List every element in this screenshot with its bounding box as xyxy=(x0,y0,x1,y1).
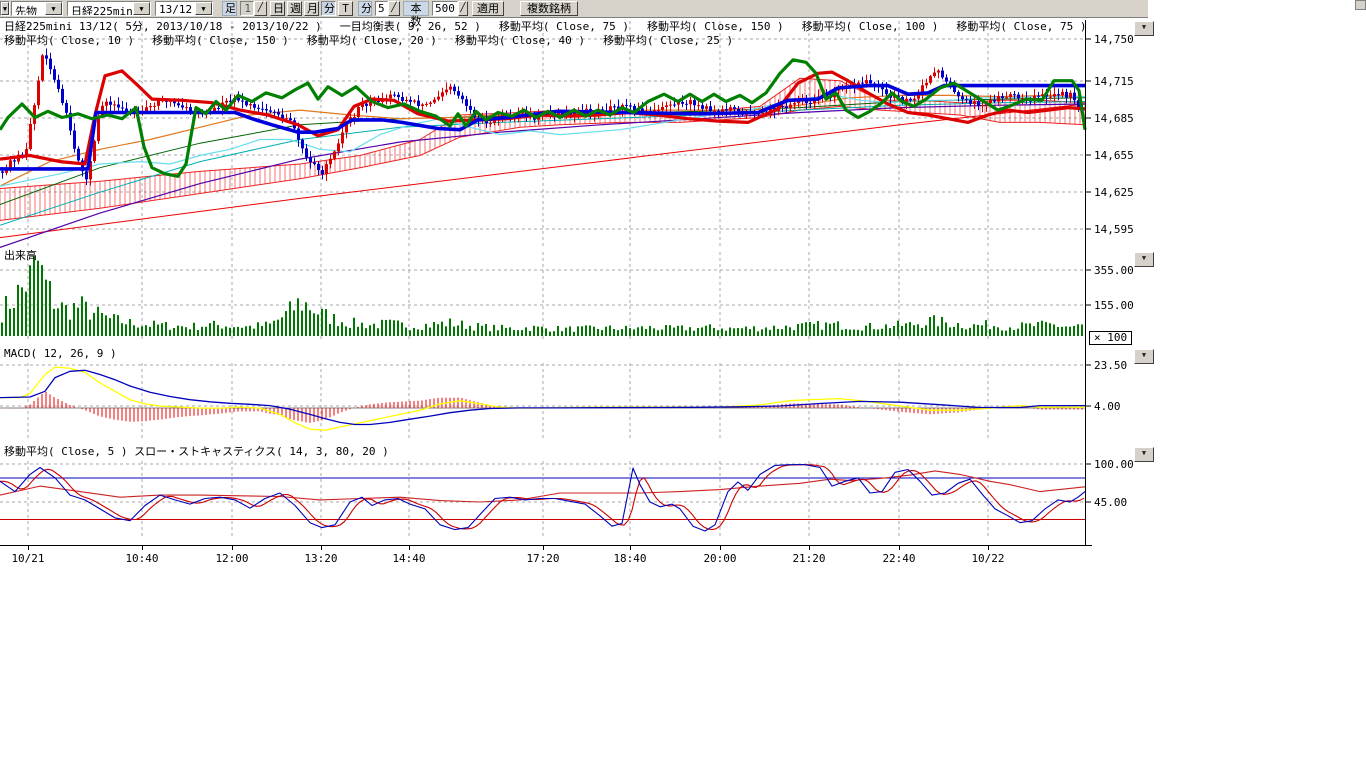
volume-panel-menu-button[interactable]: ▼ xyxy=(1134,252,1154,267)
y-axis-label: 14,685 xyxy=(1094,112,1134,125)
volume-panel-title: 出来高 xyxy=(4,250,37,262)
y-axis-label: 100.00 xyxy=(1094,458,1134,471)
x-axis-label: 12:00 xyxy=(215,552,248,565)
legend-item: 移動平均( Close, 100 ) xyxy=(802,20,939,33)
volume-layer xyxy=(1,256,1083,336)
chart-canvas: 14,750 14,715 14,685 14,655 14,625 14,595 355.… xyxy=(0,0,1366,768)
legend-item: 移動平均( Close, 40 ) xyxy=(455,34,585,47)
legend-item: 一目均衡表( 9, 26, 52 ) xyxy=(340,20,481,33)
y-axis-label: 155.00 xyxy=(1094,299,1134,312)
x-axis-label: 17:20 xyxy=(526,552,559,565)
stoch-panel-menu-button[interactable]: ▼ xyxy=(1134,447,1154,462)
legend-item: 移動平均( Close, 75 ) xyxy=(956,20,1086,33)
price-panel-legend-row1: 日経225mini 13/12( 5分, 2013/10/18 - 2013/1… xyxy=(4,21,1105,33)
legend-item: 移動平均( Close, 20 ) xyxy=(307,34,437,47)
y-axis-label: 23.50 xyxy=(1094,359,1127,372)
y-axis-label: 14,595 xyxy=(1094,223,1134,236)
price-panel-legend-row2: 移動平均( Close, 10 ) 移動平均( Close, 150 ) 移動平均(… xyxy=(4,35,751,47)
legend-item: 移動平均( Close, 150 ) xyxy=(647,20,784,33)
legend-item: 移動平均( Close, 75 ) xyxy=(499,20,629,33)
y-axis-label: 14,750 xyxy=(1094,33,1134,46)
price-panel-menu-button[interactable]: ▼ xyxy=(1134,21,1154,36)
macd-panel-menu-button[interactable]: ▼ xyxy=(1134,349,1154,364)
x-axis-label: 13:20 xyxy=(304,552,337,565)
x-axis-label: 10/22 xyxy=(971,552,1004,565)
x-axis-label: 21:20 xyxy=(792,552,825,565)
y-axis-label: 14,715 xyxy=(1094,75,1134,88)
y-axis-label: 45.00 xyxy=(1094,496,1127,509)
y-axis-label: 4.00 xyxy=(1094,400,1121,413)
chart-application-window: ▼ 先物 ▼ 日経225mini ▼ 13/12 ▼ 足 1 ╱ 日 週 月 分… xyxy=(0,0,1366,768)
macd-panel-title: MACD( 12, 26, 9 ) xyxy=(4,348,117,360)
stoch-panel-title: 移動平均( Close, 5 ) スロー・ストキャスティクス( 14, 3, 8… xyxy=(4,446,389,458)
y-axis-label: 14,655 xyxy=(1094,149,1134,162)
x-axis-label: 20:00 xyxy=(703,552,736,565)
x-axis-label: 18:40 xyxy=(613,552,646,565)
x-axis-label: 10/21 xyxy=(11,552,44,565)
x-axis-label: 14:40 xyxy=(392,552,425,565)
y-axis-label: 14,625 xyxy=(1094,186,1134,199)
x-axis-label: 10:40 xyxy=(125,552,158,565)
legend-item: 移動平均( Close, 150 ) xyxy=(152,34,289,47)
y-axis-label: 355.00 xyxy=(1094,264,1134,277)
x-axis-label: 22:40 xyxy=(882,552,915,565)
legend-item: 移動平均( Close, 25 ) xyxy=(603,34,733,47)
legend-item: 移動平均( Close, 10 ) xyxy=(4,34,134,47)
legend-item: 日経225mini 13/12( 5分, 2013/10/18 - 2013/1… xyxy=(4,20,322,33)
volume-multiplier-badge: × 100 xyxy=(1089,331,1132,345)
